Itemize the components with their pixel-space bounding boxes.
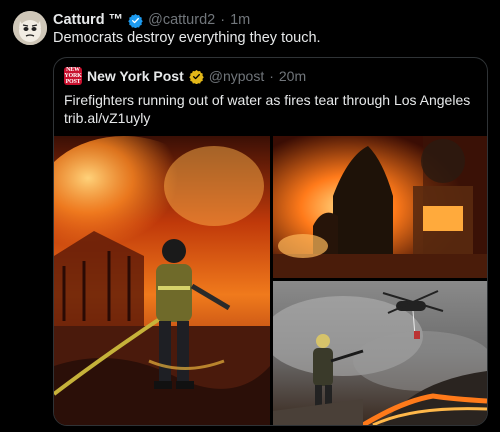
tweet-timestamp[interactable]: 1m (230, 12, 250, 28)
helicopter-firefighter-photo[interactable] (273, 281, 487, 425)
verified-gold-badge-icon (189, 69, 204, 84)
firefighter-house-fire-photo[interactable] (54, 136, 270, 425)
quoted-link[interactable]: trib.al/vZ1uyly (64, 109, 474, 127)
verified-badge-icon (128, 13, 143, 28)
quoted-tweet-text: Firefighters running out of water as fir… (64, 91, 474, 127)
tweet[interactable]: Catturd ™ @catturd2 · 1m Democrats destr… (0, 0, 500, 432)
separator-dot: · (220, 12, 226, 28)
logo-text: POST (65, 79, 81, 85)
quoted-tweet-header: NEW YORK POST New York Post @nypost · 20… (64, 67, 306, 85)
quoted-tweet[interactable]: NEW YORK POST New York Post @nypost · 20… (53, 57, 488, 426)
quoted-author-name[interactable]: New York Post (87, 68, 184, 84)
tweet-text: Democrats destroy everything they touch. (53, 30, 321, 46)
quoted-text-line: Firefighters running out of water as fir… (64, 92, 471, 108)
avatar[interactable] (13, 11, 47, 45)
separator-dot: · (269, 68, 274, 84)
burning-house-photo[interactable] (273, 136, 487, 278)
quoted-timestamp[interactable]: 20m (279, 68, 306, 84)
quoted-author-handle[interactable]: @nypost (209, 68, 264, 84)
author-name[interactable]: Catturd ™ (53, 12, 123, 28)
author-handle[interactable]: @catturd2 (148, 12, 215, 28)
nypost-avatar[interactable]: NEW YORK POST (64, 67, 82, 85)
tweet-header: Catturd ™ @catturd2 · 1m (53, 11, 250, 29)
